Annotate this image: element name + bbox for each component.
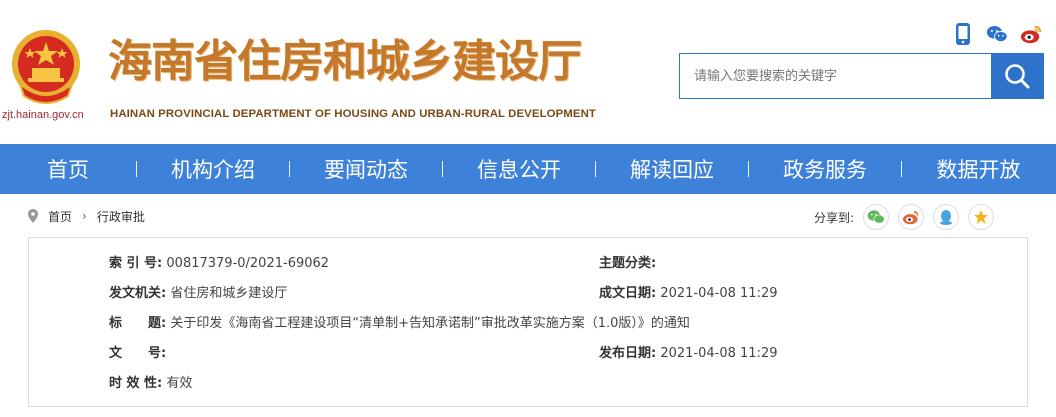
national-emblem-icon	[12, 30, 80, 104]
nav-divider	[748, 161, 749, 177]
site-title-cn[interactable]: 海南省住房和城乡建设厅	[108, 40, 582, 84]
weibo-share-icon[interactable]	[898, 204, 925, 230]
validity-value: 有效	[166, 376, 193, 391]
main-nav: 首页 机构介绍 要闻动态 信息公开 解读回应 政务服务 数据开放	[0, 144, 1056, 194]
share-bar: 分享到:	[814, 204, 995, 230]
nav-about[interactable]: 机构介绍	[137, 144, 289, 194]
breadcrumb-home[interactable]: 首页	[48, 208, 72, 225]
nav-disclosure[interactable]: 信息公开	[443, 144, 595, 194]
qzone-share-icon[interactable]	[968, 204, 995, 230]
index-number: 索 引 号: 00817379-0/2021-69062	[109, 256, 330, 271]
index-number-value: 00817379-0/2021-69062	[166, 256, 330, 271]
share-label: 分享到:	[814, 210, 855, 225]
issuing-authority: 发文机关: 省住房和城乡建设厅	[109, 286, 288, 301]
search-button[interactable]	[991, 54, 1043, 98]
qq-share-icon[interactable]	[933, 204, 960, 230]
social-links	[952, 22, 1042, 46]
chevron-right-icon: ›	[82, 209, 87, 223]
mobile-icon[interactable]	[952, 22, 974, 46]
nav-open-data[interactable]: 数据开放	[902, 144, 1055, 194]
breadcrumb-current[interactable]: 行政审批	[97, 208, 145, 225]
nav-news[interactable]: 要闻动态	[290, 144, 442, 194]
validity: 时 效 性: 有效	[109, 376, 193, 391]
publish-date: 发布日期: 2021-04-08 11:29	[599, 346, 778, 361]
site-header: zjt.hainan.gov.cn 海南省住房和城乡建设厅 HAINAN PRO…	[0, 0, 1056, 144]
breadcrumb: 首页 › 行政审批	[28, 204, 145, 228]
search-icon	[1005, 64, 1030, 89]
nav-divider	[289, 161, 290, 177]
nav-services[interactable]: 政务服务	[749, 144, 901, 194]
date-written: 成文日期: 2021-04-08 11:29	[599, 286, 778, 301]
document-info-panel: 索 引 号: 00817379-0/2021-69062 主题分类: 发文机关:…	[28, 237, 1028, 407]
site-domain: zjt.hainan.gov.cn	[2, 109, 84, 121]
location-pin-icon	[28, 209, 38, 223]
nav-divider	[136, 161, 137, 177]
nav-divider	[442, 161, 443, 177]
publish-date-value: 2021-04-08 11:29	[660, 346, 778, 361]
search-box	[679, 53, 1044, 99]
site-title-en: HAINAN PROVINCIAL DEPARTMENT OF HOUSING …	[110, 108, 596, 120]
nav-interpretation[interactable]: 解读回应	[596, 144, 748, 194]
nav-divider	[901, 161, 902, 177]
document-title-value: 关于印发《海南省工程建设项目“清单制+告知承诺制”审批改革实施方案（1.0版）》…	[170, 316, 690, 331]
wechat-icon[interactable]	[986, 22, 1008, 46]
document-number: 文 号:	[109, 346, 167, 361]
search-input[interactable]	[680, 54, 991, 98]
nav-divider	[595, 161, 596, 177]
document-title: 标 题: 关于印发《海南省工程建设项目“清单制+告知承诺制”审批改革实施方案（1…	[109, 316, 690, 331]
issuing-authority-value: 省住房和城乡建设厅	[170, 286, 288, 301]
wechat-share-icon[interactable]	[863, 204, 890, 230]
nav-home[interactable]: 首页	[0, 144, 136, 194]
weibo-icon[interactable]	[1020, 22, 1042, 46]
date-written-value: 2021-04-08 11:29	[660, 286, 778, 301]
subject-category: 主题分类:	[599, 256, 657, 271]
